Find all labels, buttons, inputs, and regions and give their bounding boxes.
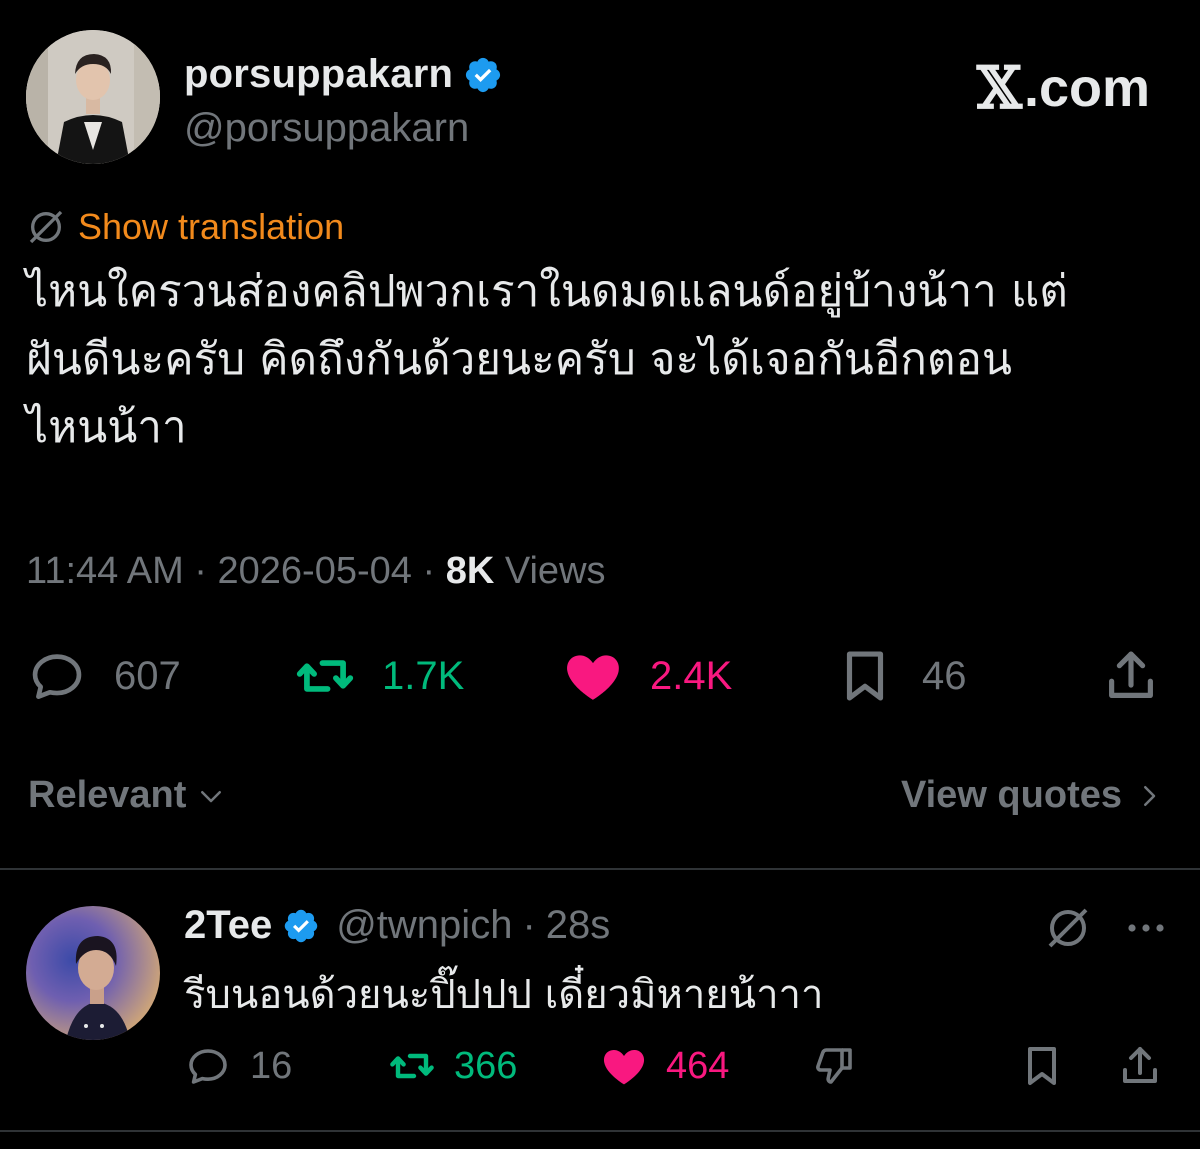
views-label[interactable]: Views — [505, 550, 606, 592]
view-quotes-link[interactable]: View quotes — [901, 774, 1164, 817]
thumbs-down-icon — [816, 1048, 852, 1084]
view-quotes-label[interactable]: View quotes — [901, 774, 1122, 817]
reply-handle[interactable]: @twnpich — [336, 903, 512, 948]
avatar-portrait — [26, 30, 160, 164]
reply-like-count: 464 — [666, 1044, 730, 1087]
author-handle[interactable]: @porsuppakarn — [184, 106, 469, 151]
reply-dislike-button[interactable] — [810, 1036, 858, 1096]
avatar-portrait — [66, 936, 130, 1040]
tweet-meta: 11:44 AM · 2026-05-04 · 8K Views — [26, 550, 606, 593]
author-avatar[interactable] — [26, 30, 160, 164]
tweet-text-line: ไหนน้าา — [26, 402, 187, 453]
section-divider — [0, 868, 1200, 870]
bookmark-icon — [1028, 1047, 1056, 1085]
repost-count: 1.7K — [382, 653, 465, 698]
show-translation-link[interactable]: Show translation — [26, 206, 344, 248]
tweet-date[interactable]: 2026-05-04 — [218, 550, 412, 592]
sort-label[interactable]: Relevant — [28, 774, 186, 817]
share-upload-icon — [1123, 1047, 1157, 1083]
chevron-down-icon — [201, 790, 222, 802]
x-com-logo: 𝕏. com — [977, 54, 1150, 122]
x-logo-text: com — [1038, 58, 1150, 118]
reply-header: 2Tee @twnpich · 28s — [184, 903, 610, 948]
reply-action-bar: 16 366 464 — [184, 1036, 1174, 1096]
reply-count: 607 — [114, 653, 181, 698]
author-display-name-row[interactable]: porsuppakarn — [184, 52, 503, 97]
chevron-right-icon — [1144, 785, 1156, 806]
show-translation-label[interactable]: Show translation — [78, 206, 344, 248]
like-button[interactable]: 2.4K — [562, 636, 732, 716]
bookmark-button[interactable]: 46 — [834, 636, 967, 716]
reply-time[interactable]: 28s — [546, 903, 611, 948]
tweet-text-line: ฝันดีนะครับ คิดถึงกันด้วยนะครับ จะได้เจอ… — [26, 334, 1012, 385]
reply-reply-count: 16 — [250, 1044, 293, 1087]
reply-share-button[interactable] — [1116, 1036, 1164, 1096]
repost-arrows-icon — [390, 1053, 434, 1079]
reply-button[interactable]: 607 — [26, 636, 181, 716]
tweet-body: ไหนใครวนส่องคลิปพวกเราในดมดแลนด์อยู่บ้าง… — [26, 258, 1176, 462]
verified-badge-icon — [466, 57, 501, 92]
heart-filled-icon — [603, 1050, 645, 1085]
tweet-text-line: ไหนใครวนส่องคลิปพวกเราในดมดแลนด์อยู่บ้าง… — [26, 266, 1068, 317]
x-logo-suffix: . — [1023, 58, 1039, 118]
heart-filled-icon — [567, 655, 619, 700]
globe-slash-icon[interactable] — [1044, 904, 1092, 952]
tweet-page: porsuppakarn @porsuppakarn 𝕏. com Show tr… — [0, 0, 1200, 1149]
reply-author-avatar[interactable] — [26, 906, 160, 1040]
tweet-time[interactable]: 11:44 AM — [26, 550, 184, 592]
reply-reply-button[interactable]: 16 — [184, 1036, 292, 1096]
repost-button[interactable]: 1.7K — [294, 636, 464, 716]
section-divider — [0, 1130, 1200, 1132]
reply-body: รีบนอนด้วยนะปิ๊ปปป เดี๋ยวมิหายน้าาา — [184, 972, 824, 1018]
globe-slash-icon — [29, 210, 63, 244]
reply-repost-button[interactable]: 366 — [388, 1036, 517, 1096]
reply-repost-count: 366 — [454, 1044, 518, 1087]
repost-arrows-icon — [296, 660, 354, 692]
reply-bookmark-button[interactable] — [1018, 1036, 1066, 1096]
sort-relevant-dropdown[interactable]: Relevant — [28, 774, 226, 817]
author-display-name[interactable]: porsuppakarn — [184, 52, 453, 97]
views-count[interactable]: 8K — [446, 550, 495, 592]
verified-badge-icon — [284, 909, 318, 942]
more-dots-icon[interactable] — [1122, 904, 1170, 952]
tweet-action-bar: 607 1.7K 2.4K 46 — [26, 636, 1166, 716]
bookmark-count: 46 — [922, 653, 967, 698]
meta-separator: · — [422, 550, 446, 592]
reply-display-name[interactable]: 2Tee — [184, 903, 272, 948]
meta-separator: · — [194, 550, 218, 592]
bookmark-icon — [846, 651, 884, 701]
speech-bubble-icon — [189, 1049, 227, 1084]
speech-bubble-icon — [32, 654, 82, 699]
share-button[interactable] — [1100, 636, 1162, 716]
x-logo-icon: 𝕏 — [976, 54, 1022, 122]
meta-separator: · — [522, 903, 536, 947]
share-upload-icon — [1109, 651, 1153, 698]
like-count: 2.4K — [650, 653, 733, 698]
reply-like-button[interactable]: 464 — [600, 1036, 729, 1096]
